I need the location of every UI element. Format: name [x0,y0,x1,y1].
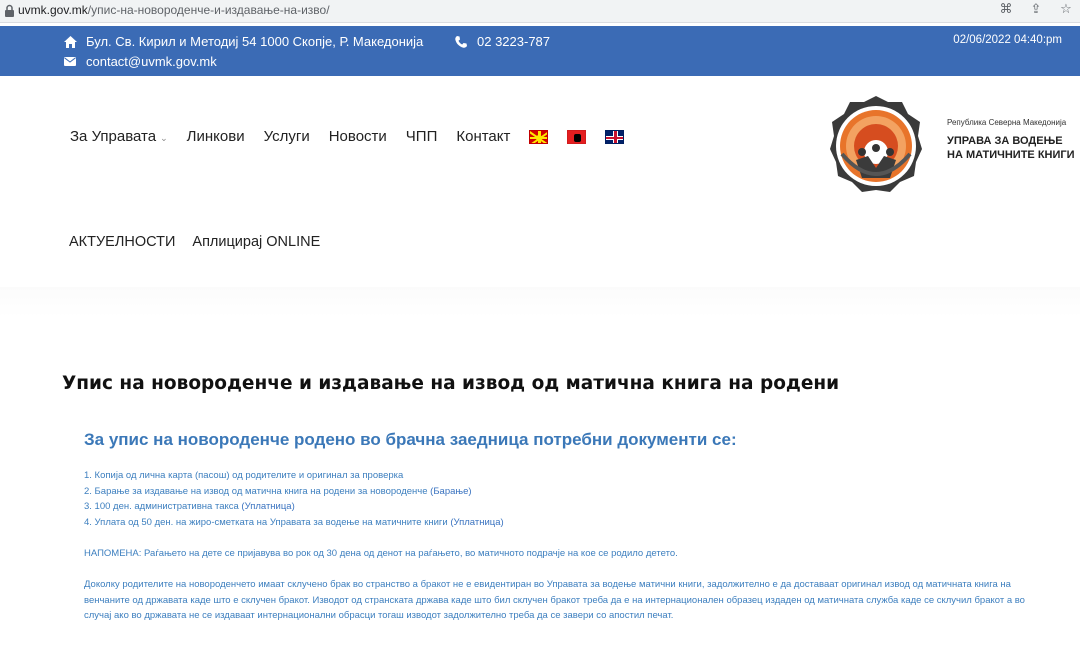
list-item: 1. Копија од лична карта (пасош) од роди… [84,470,404,481]
logo-text[interactable]: Република Северна Македонија УПРАВА ЗА В… [947,118,1075,162]
logo-title-line2: НА МАТИЧНИТЕ КНИГИ [947,149,1075,161]
datetime: 02/06/2022 04:40:pm [953,34,1062,46]
nav-item-about[interactable]: За Управата ⌄ [70,128,168,145]
nav-item-news[interactable]: Новости [329,128,387,145]
main-nav: За Управата ⌄ Линкови Услуги Новости ЧПП … [70,128,643,145]
nav-item-news-updates[interactable]: АКТУЕЛНОСТИ [69,234,175,250]
envelope-icon [62,57,78,66]
url-text[interactable]: uvmk.gov.mk/упис-на-новороденче-и-издава… [18,3,330,17]
bookmark-star-icon[interactable]: ☆ [1058,2,1074,17]
uk-flag-icon[interactable] [605,129,625,144]
lock-icon [5,4,14,17]
page-title: Упис на новороденче и издавање на извод … [62,373,840,394]
header-divider [0,287,1080,317]
translate-icon[interactable]: ⌘ [998,2,1014,17]
request-form-link[interactable]: (Барање) [430,486,471,497]
list-item: 4. Уплата од 50 ден. на жиро-сметката на… [84,516,504,528]
al-flag-icon[interactable] [567,129,587,144]
list-item: 3. 100 ден. административна такса (Уплат… [84,501,295,512]
email-row[interactable]: contact@uvmk.gov.mk [62,54,217,69]
phone-icon [453,35,469,48]
nav-item-faq[interactable]: ЧПП [406,128,438,145]
address-text: Бул. Св. Кирил и Методиј 54 1000 Скопје,… [86,34,424,49]
share-icon[interactable]: ⇪ [1028,2,1044,17]
nav-item-links[interactable]: Линкови [187,128,245,145]
browser-url-bar[interactable]: uvmk.gov.mk/упис-на-новороденче-и-издава… [0,0,1080,23]
nav-item-contact[interactable]: Контакт [456,128,510,145]
secondary-nav: АКТУЕЛНОСТИ Аплицирај ONLINE [69,234,337,250]
logo-country: Република Северна Македонија [947,118,1067,127]
foreign-marriage-paragraph: Доколку родителите на новороденчето имаа… [84,579,1025,621]
section-subtitle: За упис на новороденче родено во брачна … [84,430,737,449]
note-text: НАПОМЕНА: Раѓањето на дете се пријавува … [84,548,678,559]
chevron-down-icon: ⌄ [160,133,168,143]
url-path: /упис-на-новороденче-и-издавање-на-изво/ [87,3,330,17]
list-item: 2. Барање за издавање на извод од матичн… [84,485,472,497]
address-row: Бул. Св. Кирил и Методиј 54 1000 Скопје,… [62,34,423,49]
logo-title-line1: УПРАВА ЗА ВОДЕЊЕ [947,135,1063,147]
home-icon [62,35,78,48]
urlbar-actions: ⌘ ⇪ ☆ [998,2,1074,17]
url-host: uvmk.gov.mk [18,3,88,17]
mk-flag-icon[interactable] [529,129,549,144]
documents-list: 1. Копија од лична карта (пасош) од роди… [84,468,504,530]
phone-text: 02 3223-787 [477,34,551,49]
phone-row[interactable]: 02 3223-787 [453,34,550,49]
email-text: contact@uvmk.gov.mk [86,54,217,69]
contact-bar: Бул. Св. Кирил и Методиј 54 1000 Скопје,… [0,26,1080,76]
payment-slip-link[interactable]: (Уплатница) [241,501,294,512]
nav-item-apply-online[interactable]: Аплицирај ONLINE [192,234,320,250]
emblem-logo[interactable] [828,94,924,204]
payment-slip-link[interactable]: (Уплатница) [450,517,503,528]
nav-item-label: За Управата [70,128,157,145]
nav-item-services[interactable]: Услуги [264,128,310,145]
